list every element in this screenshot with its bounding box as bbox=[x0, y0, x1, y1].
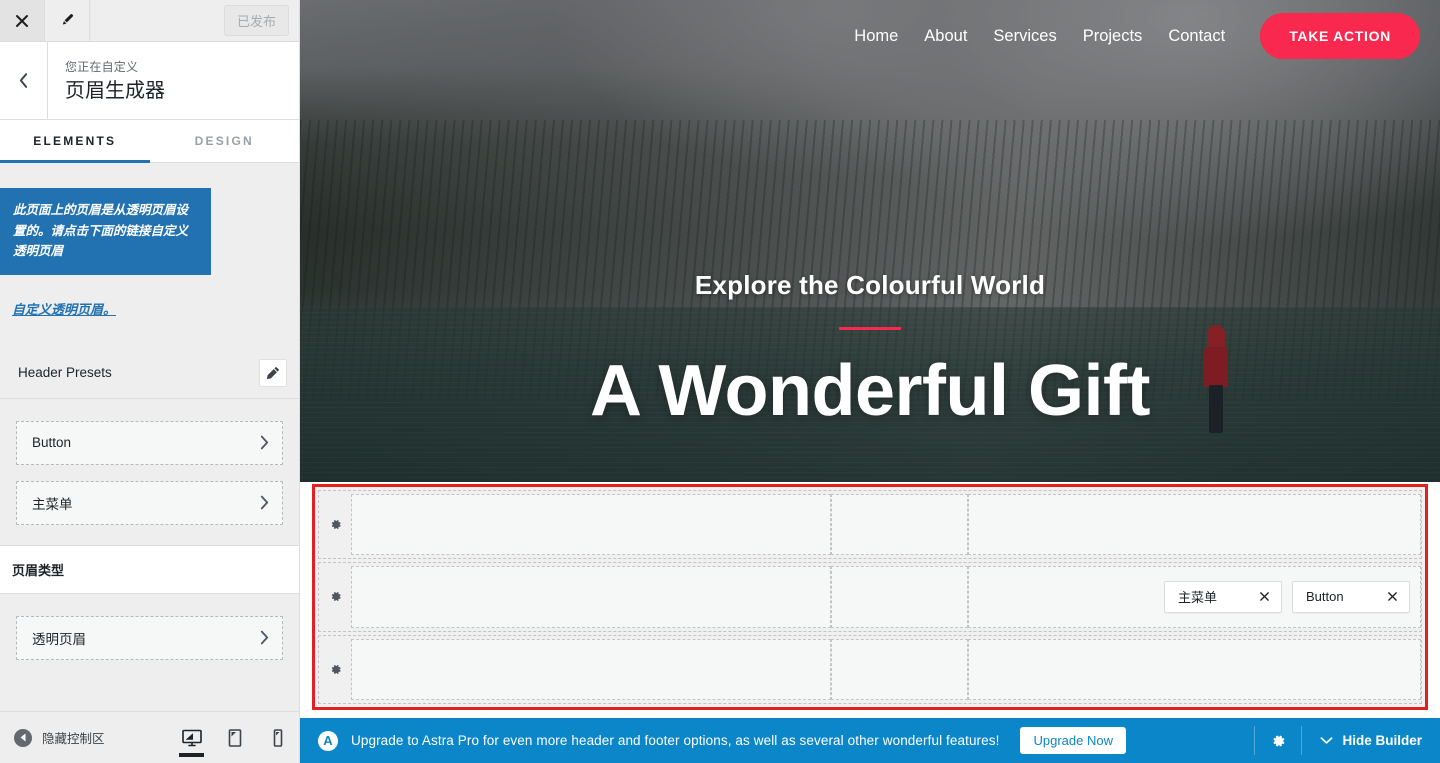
customize-transparent-header-link[interactable]: 自定义透明页眉。 bbox=[12, 302, 116, 317]
builder-col-right[interactable] bbox=[968, 494, 1421, 556]
panel-header-text: 您正在自定义 页眉生成器 bbox=[48, 42, 165, 119]
astra-upgrade-bar: A Upgrade to Astra Pro for even more hea… bbox=[300, 718, 1440, 763]
hero-accent-rule bbox=[839, 327, 901, 330]
builder-col-center[interactable] bbox=[831, 566, 968, 628]
tab-design[interactable]: DESIGN bbox=[150, 120, 300, 162]
gear-icon[interactable] bbox=[319, 563, 351, 630]
builder-columns bbox=[351, 491, 1421, 558]
collapse-sidebar-button[interactable]: 隐藏控制区 bbox=[0, 712, 170, 763]
publish-button[interactable]: 已发布 bbox=[223, 5, 289, 36]
brush-icon[interactable] bbox=[45, 0, 90, 41]
back-button[interactable] bbox=[0, 42, 48, 119]
site-preview: Home About Services Projects Contact TAK… bbox=[300, 0, 1440, 763]
tab-elements[interactable]: ELEMENTS bbox=[0, 120, 150, 163]
chip-label: Button bbox=[1306, 589, 1344, 605]
builder-row-primary: 主菜单 Button bbox=[318, 562, 1422, 632]
chevron-right-icon bbox=[259, 495, 270, 510]
customizer-root: 已发布 您正在自定义 页眉生成器 ELEMENTS DESIGN 此页面上的页眉… bbox=[0, 0, 1440, 763]
elements-drop-list: Button 主菜单 bbox=[0, 399, 299, 525]
desktop-icon[interactable] bbox=[170, 712, 213, 763]
header-type-title: 页眉类型 bbox=[12, 562, 65, 578]
chevron-right-icon bbox=[259, 630, 270, 645]
customizer-sidebar: 已发布 您正在自定义 页眉生成器 ELEMENTS DESIGN 此页面上的页眉… bbox=[0, 0, 300, 763]
builder-chip-button[interactable]: Button bbox=[1292, 580, 1410, 613]
chip-label: 主菜单 bbox=[1178, 590, 1218, 606]
nav-link-services[interactable]: Services bbox=[980, 27, 1069, 46]
builder-col-left[interactable] bbox=[351, 566, 831, 628]
builder-col-center[interactable] bbox=[831, 638, 968, 700]
transparent-header-notice: 此页面上的页眉是从透明页眉设置的。请点击下面的链接自定义透明页眉 bbox=[0, 188, 211, 275]
header-builder: 主菜单 Button bbox=[312, 484, 1428, 710]
astra-bar-left: A Upgrade to Astra Pro for even more hea… bbox=[300, 718, 1254, 763]
header-type-label: 透明页眉 bbox=[32, 631, 86, 647]
builder-col-left[interactable] bbox=[351, 494, 831, 556]
nav-link-home[interactable]: Home bbox=[841, 27, 911, 46]
device-preview-buttons bbox=[170, 712, 299, 763]
builder-col-center[interactable] bbox=[831, 494, 968, 556]
header-presets-label: Header Presets bbox=[18, 365, 112, 381]
element-label: Button bbox=[32, 435, 72, 451]
site-navigation: Home About Services Projects Contact TAK… bbox=[300, 0, 1440, 72]
hero-title: A Wonderful Gift bbox=[590, 351, 1150, 431]
gear-icon[interactable] bbox=[319, 491, 351, 558]
notice-link-wrap: 自定义透明页眉。 bbox=[0, 275, 299, 319]
header-type-item-transparent[interactable]: 透明页眉 bbox=[16, 615, 283, 660]
gear-icon[interactable] bbox=[319, 636, 351, 703]
gear-icon[interactable] bbox=[1255, 718, 1301, 763]
upgrade-now-button[interactable]: Upgrade Now bbox=[1020, 727, 1126, 754]
hide-builder-label: Hide Builder bbox=[1342, 733, 1422, 748]
panel-header: 您正在自定义 页眉生成器 bbox=[0, 42, 299, 120]
sidebar-topbar: 已发布 bbox=[0, 0, 299, 42]
element-item-button[interactable]: Button bbox=[16, 420, 283, 465]
builder-col-left[interactable] bbox=[351, 638, 831, 700]
nav-link-projects[interactable]: Projects bbox=[1070, 27, 1156, 46]
tablet-icon[interactable] bbox=[213, 712, 256, 763]
nav-link-contact[interactable]: Contact bbox=[1155, 27, 1238, 46]
hero-content: Explore the Colourful World A Wonderful … bbox=[300, 270, 1440, 432]
hide-builder-button[interactable]: Hide Builder bbox=[1302, 718, 1440, 763]
element-item-main-menu[interactable]: 主菜单 bbox=[16, 480, 283, 525]
astra-upgrade-message: Upgrade to Astra Pro for even more heade… bbox=[351, 733, 1000, 748]
builder-rows: 主菜单 Button bbox=[318, 490, 1422, 704]
builder-chip-main-menu[interactable]: 主菜单 bbox=[1164, 580, 1282, 613]
sidebar-tabs: ELEMENTS DESIGN bbox=[0, 120, 299, 163]
element-label: 主菜单 bbox=[32, 496, 73, 512]
chevron-right-icon bbox=[259, 435, 270, 450]
close-icon[interactable] bbox=[0, 0, 45, 41]
astra-logo-icon: A bbox=[318, 730, 338, 751]
builder-columns bbox=[351, 636, 1421, 703]
collapse-left-icon bbox=[14, 728, 32, 747]
header-type-section: 页眉类型 bbox=[0, 544, 299, 594]
builder-col-right[interactable] bbox=[968, 638, 1421, 700]
header-presets-row: Header Presets bbox=[0, 347, 299, 399]
hero-section: Home About Services Projects Contact TAK… bbox=[300, 0, 1440, 482]
sidebar-footer: 隐藏控制区 bbox=[0, 711, 299, 763]
close-icon[interactable] bbox=[1259, 591, 1270, 602]
take-action-button[interactable]: TAKE ACTION bbox=[1260, 13, 1420, 59]
builder-row-below bbox=[318, 634, 1422, 704]
builder-col-right[interactable]: 主菜单 Button bbox=[968, 566, 1421, 628]
builder-columns: 主菜单 Button bbox=[351, 563, 1421, 630]
close-icon[interactable] bbox=[1387, 591, 1398, 602]
header-type-list: 透明页眉 bbox=[0, 594, 299, 660]
builder-row-above bbox=[318, 490, 1422, 560]
pencil-icon[interactable] bbox=[259, 358, 287, 387]
nav-link-about[interactable]: About bbox=[911, 27, 980, 46]
hero-subtitle: Explore the Colourful World bbox=[694, 270, 1046, 300]
mobile-icon[interactable] bbox=[256, 712, 299, 763]
sidebar-content: 此页面上的页眉是从透明页眉设置的。请点击下面的链接自定义透明页眉 自定义透明页眉… bbox=[0, 163, 299, 711]
collapse-sidebar-label: 隐藏控制区 bbox=[42, 732, 105, 746]
chevron-down-icon bbox=[1320, 736, 1333, 745]
page-title: 页眉生成器 bbox=[65, 80, 165, 102]
panel-eyebrow: 您正在自定义 bbox=[65, 60, 139, 74]
